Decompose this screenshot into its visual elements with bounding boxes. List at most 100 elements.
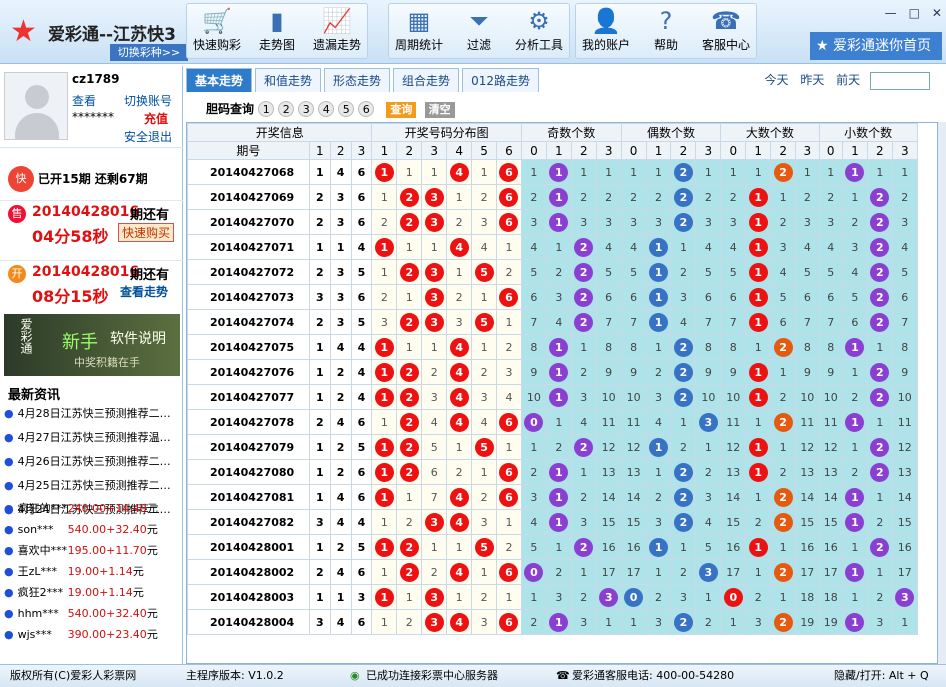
dist-ball: 6 [499,162,519,182]
dist-ball: 4 [449,337,469,357]
even-cell: 15 [620,509,647,535]
big-cell: 2 [770,609,797,635]
window-controls[interactable]: — □ ✕ [885,4,942,21]
tutorial-banner[interactable]: 爱彩通 新手 软件说明 中奖积籍在手 [4,314,180,376]
big-cell: 18 [795,584,820,610]
switch-lottery-button[interactable]: 切换彩种>> [110,44,188,61]
period-cell: 20140427080 [187,459,310,485]
even-ball: 1 [649,312,669,332]
tab-4[interactable]: 012路走势 [462,68,539,92]
small-cell: 2 [866,234,893,260]
filter-number-button[interactable]: 3 [298,101,315,117]
big-cell: 1 [770,184,797,210]
dist-ball: 1 [374,462,394,482]
odd-cell: 2 [545,259,572,285]
filter-number-button[interactable]: 2 [278,101,295,117]
period-cell: 20140427076 [187,359,310,385]
even-cell: 9 [620,359,647,385]
toolbar-table-button[interactable]: ▦ 周期统计 [389,4,449,58]
table-icon: ▦ [407,7,431,35]
column-header: 3 [595,141,622,160]
toolbar-help-button[interactable]: ? 帮助 [636,4,696,58]
tab-1[interactable]: 和值走势 [255,68,322,92]
toolbar-gear-button[interactable]: ⚙ 分析工具 [509,4,569,58]
dist-cell: 4 [446,159,473,185]
draw-number: 5 [350,309,373,335]
period-cell: 20140427074 [187,309,310,335]
even-cell: 2 [695,459,722,485]
odd-cell: 2 [570,484,597,510]
sell-suffix: 期还有 [130,208,170,223]
even-ball: 2 [673,362,693,382]
odd-cell: 7 [520,309,547,335]
news-item[interactable]: 4月27日江苏快三预测推荐温… [4,426,171,450]
vertical-scrollbar[interactable] [938,122,946,664]
toolbar-line-chart-button[interactable]: 📈 遗漏走势 [307,4,367,58]
dist-cell: 2 [396,459,423,485]
winner-item: son*** 540.00+32.40元 [4,519,158,540]
query-button[interactable]: 查询 [386,102,417,118]
winner-unit: 元 [132,586,144,599]
news-item[interactable]: 4月26日江苏快三预测推荐二… [4,450,171,474]
small-cell: 1 [866,334,893,360]
switch-account-link[interactable]: 切换账号 [124,92,172,109]
odd-cell: 14 [595,484,622,510]
tab-3[interactable]: 组合走势 [393,68,460,92]
view-link[interactable]: 查看 [72,92,96,109]
tab-0[interactable]: 基本走势 [186,68,253,92]
sell-badge: 售 [8,205,26,223]
news-item[interactable]: 4月25日江苏快三预测推荐二… [4,474,171,498]
mini-home-button[interactable]: ★ 爱彩通迷你首页 [810,32,942,60]
quick-buy-button[interactable]: 快速购买 [118,223,175,242]
small-cell: 10 [818,384,843,410]
small-cell: 1 [841,534,868,560]
toolbar-bar-chart-button[interactable]: ▮ 走势图 [247,4,307,58]
logout-link[interactable]: 安全退出 [124,128,172,145]
odd-cell: 11 [595,409,622,435]
view-trend-link[interactable]: 查看走势 [120,283,168,300]
toolbar-account-button[interactable]: 👤 我的账户 [576,4,636,58]
odd-ball: 2 [574,287,594,307]
server-status: 已成功连接彩票中心服务器 [366,669,498,682]
small-cell: 1 [891,609,918,635]
filter-number-button[interactable]: 5 [338,101,355,117]
recharge-link[interactable]: 充值 [144,110,168,127]
odd-ball: 2 [574,537,594,557]
odd-cell: 1 [520,584,547,610]
big-cell: 6 [795,284,820,310]
dist-cell: 4 [446,359,473,385]
odd-ball: 1 [549,337,569,357]
yesterday-link[interactable]: 昨天 [800,73,824,87]
big-cell: 1 [745,309,772,335]
big-cell: 8 [795,334,820,360]
toolbar-label: 快速购彩 [192,38,241,52]
small-cell: 1 [841,559,868,585]
clear-button[interactable]: 清空 [424,102,455,118]
even-cell: 2 [670,434,697,460]
even-cell: 1 [645,534,672,560]
dist-cell: 6 [496,484,522,510]
filter-number-button[interactable]: 6 [358,101,375,117]
date-dropdown[interactable] [870,71,930,90]
dist-ball: 6 [499,412,519,432]
dist-cell: 1 [421,234,448,260]
today-link[interactable]: 今天 [764,73,788,87]
toolbar-support-button[interactable]: ☎ 客服中心 [696,4,756,58]
small-cell: 7 [818,309,843,335]
column-header: 3 [795,141,820,160]
hotline-text: 爱彩通客服电话: 400-00-54280 [572,669,735,682]
toolbar-funnel-button[interactable]: ⏷ 过滤 [449,4,509,58]
toolbar-cart-button[interactable]: 🛒 快速购彩 [187,4,247,58]
filter-number-button[interactable]: 4 [318,101,335,117]
big-cell: 16 [795,534,820,560]
small-cell: 1 [866,559,893,585]
news-item[interactable]: 4月28日江苏快三预测推荐二… [4,402,171,426]
even-cell: 4 [620,234,647,260]
filter-number-button[interactable]: 1 [258,101,275,117]
winner-amount: 390.00+23.40 [67,628,147,641]
big-cell: 15 [720,509,747,535]
tab-2[interactable]: 形态走势 [324,68,391,92]
open-countdown-time: 08分15秒 [32,287,109,306]
before-yesterday-link[interactable]: 前天 [836,73,860,87]
even-cell: 2 [620,184,647,210]
